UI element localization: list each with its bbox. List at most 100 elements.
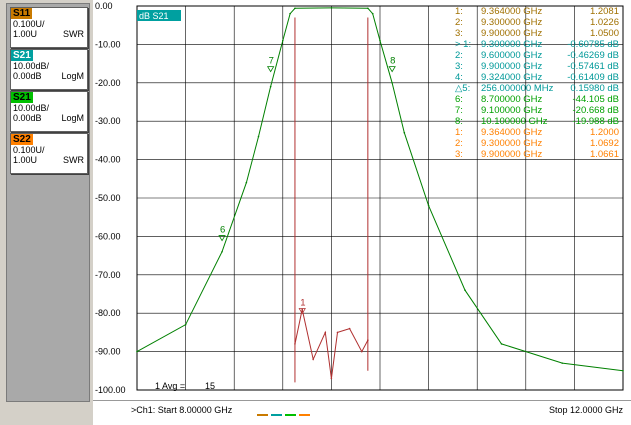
series-point-s21	[257, 135, 260, 138]
trace-name: S11	[11, 8, 33, 19]
series-point-s11	[324, 331, 327, 334]
series-point-s21	[391, 82, 393, 84]
series-point-s21	[622, 370, 624, 372]
marker-frequency: 9.100000 GHz	[481, 105, 543, 116]
trace-tile-s22[interactable]: S22 0.100U/ 1.00U SWR	[10, 133, 88, 174]
y-tick-labels: 0.00 -10.00 -20.00 -30.00 -40.00 -50.00 -60.00…	[95, 1, 126, 395]
y-tick-label: -100.00	[95, 385, 126, 395]
trace-sidebar: S11 0.100U/ 1.00U SWR S21 10.00dB/ 0.00dB…	[6, 3, 90, 402]
marker-id: 2:	[455, 50, 463, 61]
series-point-s21	[289, 12, 291, 15]
series-point-s21	[269, 85, 272, 88]
marker-id: 3:	[455, 61, 463, 72]
marker-value: 1.0661	[590, 149, 619, 160]
trace-swatch	[257, 413, 268, 416]
trace-swatch	[299, 413, 310, 416]
marker-value: -0.46269 dB	[567, 50, 619, 61]
marker-id: > 1:	[455, 39, 471, 50]
series-point-s21	[371, 12, 374, 15]
marker-id: 2:	[455, 138, 463, 149]
marker-id: 1:	[455, 6, 463, 17]
y-tick-label: -40.00	[95, 155, 121, 165]
marker-value: -0.57461 dB	[567, 61, 619, 72]
s-parameter-chart[interactable]: 0.00 -10.00 -20.00 -30.00 -40.00 -50.00 -60.00…	[93, 0, 631, 400]
marker-value: -44.105 dB	[573, 94, 619, 105]
trace-ref: 1.00U SWR	[13, 29, 84, 39]
series-point-s21	[136, 350, 138, 353]
y-tick-label: -10.00	[95, 39, 121, 49]
marker-frequency: 9.900000 GHz	[481, 149, 543, 160]
marker-id: 4:	[455, 72, 463, 83]
y-tick-label: -70.00	[95, 270, 121, 280]
marker-frequency: 8.700000 GHz	[481, 94, 543, 105]
y-tick-label: -90.00	[95, 347, 121, 357]
analyzer-window: S11 0.100U/ 1.00U SWR S21 10.00dB/ 0.00dB…	[0, 0, 631, 425]
marker-frequency: 9.900000 GHz	[481, 61, 543, 72]
trace-name: S21	[11, 92, 33, 103]
trace-ref: 0.00dB LogM	[13, 113, 84, 123]
trace-scale: 0.100U/	[13, 145, 45, 155]
marker-id: 2:	[455, 17, 463, 28]
series-point-s21	[330, 7, 333, 9]
series-point-s11	[330, 377, 333, 380]
marker-value: -0.60785 dB	[567, 39, 619, 50]
marker-frequency: 10.100000 GHz	[481, 116, 548, 127]
marker-frequency: 9.300000 GHz	[481, 39, 543, 50]
trace-tile-s21-a[interactable]: S21 10.00dB/ 0.00dB LogM	[10, 49, 88, 90]
start-frequency: >Ch1: Start 8.00000 GHz	[131, 405, 233, 415]
marker-frequency: 9.364000 GHz	[481, 127, 543, 138]
marker-id: 6:	[455, 94, 463, 105]
marker-label: 6	[220, 225, 225, 236]
trace-name: S21	[11, 50, 33, 61]
trace-name: S22	[11, 134, 33, 145]
series-point-s21	[403, 131, 406, 134]
series-point-s21	[561, 362, 564, 364]
marker-id: 3:	[455, 28, 463, 39]
marker-label: 7	[269, 56, 274, 67]
marker-value: 1.2000	[590, 127, 619, 138]
marker-value: 0.15980 dB	[570, 83, 619, 94]
y-tick-label: -80.00	[95, 308, 121, 318]
y-tick-label: 0.00	[95, 1, 113, 11]
marker-value: 1.0226	[590, 17, 619, 28]
status-bar: >Ch1: Start 8.00000 GHz Stop 12.0000 GHz	[93, 400, 631, 425]
marker-frequency: 9.600000 GHz	[481, 50, 543, 61]
series-point-s21	[500, 343, 503, 345]
trace-swatch	[285, 413, 296, 416]
series-point-s21	[221, 250, 223, 253]
marker-frequency: 9.300000 GHz	[481, 138, 543, 149]
marker-id: 7:	[455, 105, 463, 116]
avg-value: 15	[205, 381, 215, 391]
chart-grid	[136, 5, 624, 391]
trace-swatches	[257, 409, 313, 419]
marker-id: △5:	[455, 83, 470, 94]
marker-frequency: 9.364000 GHz	[481, 6, 543, 17]
series-point-s21	[464, 289, 466, 291]
marker-value: -19.988 dB	[573, 116, 619, 127]
series-point-s21	[367, 7, 369, 10]
y-tick-label: -50.00	[95, 193, 121, 203]
marker-value: 1.0500	[590, 28, 619, 39]
series-point-s21	[282, 39, 284, 42]
avg-label: 1 Avg =	[155, 381, 185, 391]
series-point-s21	[184, 323, 187, 326]
marker-label: 1	[300, 298, 305, 309]
series-point-s21	[245, 181, 248, 184]
trace-tile-s21-b[interactable]: S21 10.00dB/ 0.00dB LogM	[10, 91, 88, 132]
plot-area[interactable]: 0.00 -10.00 -20.00 -30.00 -40.00 -50.00 -60.00…	[93, 0, 631, 400]
marker-frequency: 256.000000 MHz	[481, 83, 554, 94]
marker-frequency: 9.324000 GHz	[481, 72, 543, 83]
series-point-s11	[336, 331, 339, 334]
y-tick-label: -20.00	[95, 78, 121, 88]
trace-tile-s11[interactable]: S11 0.100U/ 1.00U SWR	[10, 7, 88, 48]
series-point-s11	[312, 358, 314, 361]
stop-frequency: Stop 12.0000 GHz	[548, 405, 623, 415]
series-point-s21	[294, 7, 296, 10]
marker-frequency: 9.900000 GHz	[481, 28, 543, 39]
marker-id: 1:	[455, 127, 463, 138]
series-point-s21	[427, 204, 430, 207]
active-trace-label: dB S21	[139, 11, 169, 21]
marker-label: 8	[390, 56, 395, 67]
series-point-s11	[360, 350, 363, 353]
marker-value: 1.0692	[590, 138, 619, 149]
